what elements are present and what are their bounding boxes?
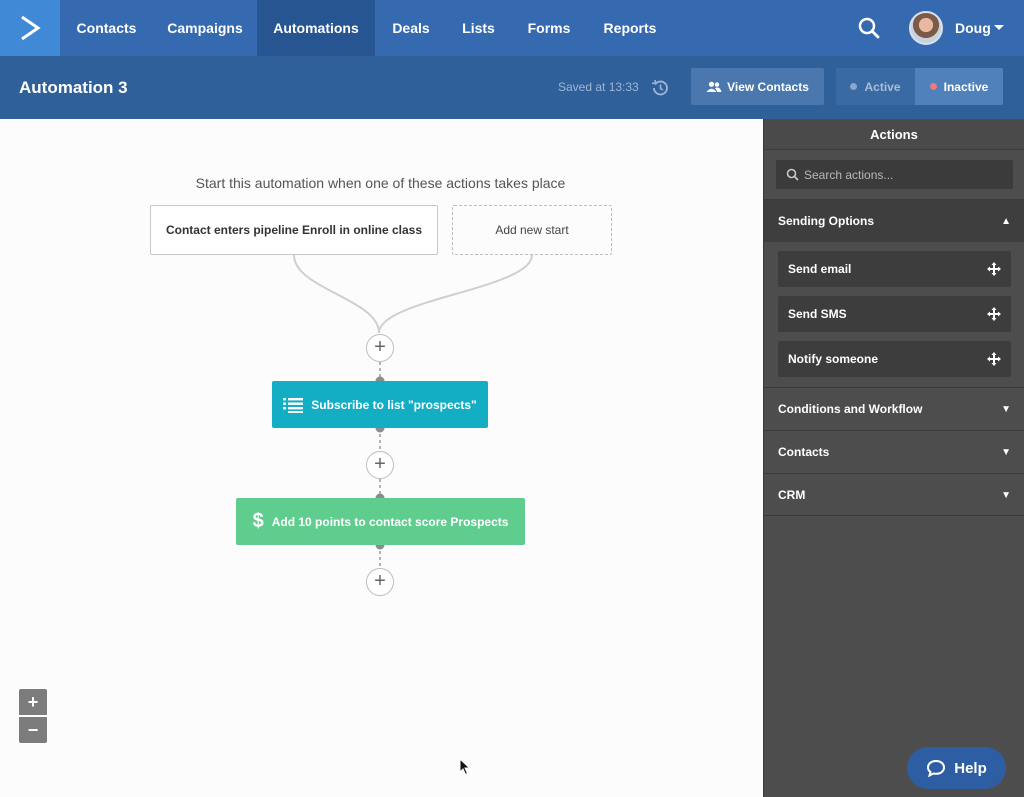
section-label: CRM [778, 488, 806, 502]
saved-status: Saved at 13:33 [558, 80, 639, 94]
nav-campaigns[interactable]: Campaigns [153, 0, 257, 56]
nav-lists[interactable]: Lists [447, 0, 510, 56]
action-item-send-email[interactable]: Send email [778, 251, 1011, 287]
start-trigger-box[interactable]: Contact enters pipeline Enroll in online… [150, 205, 438, 255]
status-active-option[interactable]: Active [836, 68, 915, 105]
help-button[interactable]: Help [907, 747, 1006, 789]
search-actions-field[interactable] [776, 160, 1013, 189]
chevron-down-icon: ▼ [1001, 490, 1011, 501]
search-icon [786, 168, 799, 181]
action-item-send-sms[interactable]: Send SMS [778, 296, 1011, 332]
page-title[interactable]: Automation 3 [19, 56, 128, 119]
chat-bubble-icon [927, 759, 946, 777]
action-label: Add 10 points to contact score Prospects [271, 514, 509, 529]
move-icon[interactable] [987, 262, 1001, 276]
nav-reports[interactable]: Reports [588, 0, 672, 56]
top-navigation: Contacts Campaigns Automations Deals Lis… [0, 0, 1024, 56]
status-dot-icon [850, 83, 858, 90]
add-new-start-button[interactable]: Add new start [452, 205, 612, 255]
status-dot-icon [929, 83, 937, 90]
start-heading: Start this automation when one of these … [195, 175, 566, 191]
caret-down-icon[interactable] [994, 25, 1004, 30]
chevron-up-icon: ▲ [1001, 216, 1011, 227]
search-actions-input[interactable] [804, 167, 1004, 182]
nav-automations[interactable]: Automations [257, 0, 375, 56]
view-contacts-button[interactable]: View Contacts [691, 68, 824, 105]
status-toggle: Active Inactive [836, 68, 1003, 105]
dollar-icon: $ [252, 510, 264, 532]
status-active-label: Active [864, 79, 901, 94]
automation-header: Automation 3 Saved at 13:33 View Contact… [0, 56, 1024, 119]
automation-canvas[interactable]: Start this automation when one of these … [0, 119, 763, 797]
action-item-label: Send email [788, 262, 852, 276]
users-icon [706, 81, 722, 92]
nav-contacts[interactable]: Contacts [60, 0, 153, 56]
section-label: Contacts [778, 445, 830, 459]
section-crm[interactable]: CRM ▼ [764, 473, 1024, 516]
list-icon [283, 397, 304, 413]
help-label: Help [954, 759, 987, 777]
zoom-in-button[interactable]: + [19, 689, 47, 715]
status-inactive-label: Inactive [943, 79, 989, 94]
chevron-down-icon: ▼ [1001, 447, 1011, 458]
history-icon[interactable] [650, 78, 670, 98]
move-icon[interactable] [987, 352, 1001, 366]
add-step-button[interactable]: + [366, 451, 394, 479]
nav-forms[interactable]: Forms [510, 0, 588, 56]
section-sending-options[interactable]: Sending Options ▲ [764, 199, 1024, 242]
add-step-button[interactable]: + [366, 568, 394, 596]
section-label: Conditions and Workflow [778, 402, 923, 416]
section-contacts[interactable]: Contacts ▼ [764, 430, 1024, 473]
action-item-label: Send SMS [788, 307, 847, 321]
action-add-points[interactable]: $ Add 10 points to contact score Prospec… [236, 498, 525, 545]
action-item-label: Notify someone [788, 352, 879, 366]
nav-deals[interactable]: Deals [375, 0, 447, 56]
avatar[interactable] [909, 11, 943, 45]
mouse-cursor-icon [459, 758, 471, 776]
section-label: Sending Options [778, 214, 874, 228]
actions-sidebar: Actions Sending Options ▲ Send email Sen… [763, 119, 1024, 797]
zoom-out-button[interactable]: − [19, 717, 47, 743]
chevron-down-icon: ▼ [1001, 404, 1011, 415]
status-inactive-option[interactable]: Inactive [915, 68, 1003, 105]
user-menu-name[interactable]: Doug [955, 0, 991, 56]
sidebar-title: Actions [764, 119, 1024, 150]
action-subscribe-list[interactable]: Subscribe to list "prospects" [272, 381, 488, 428]
action-label: Subscribe to list "prospects" [311, 397, 477, 412]
section-conditions-workflow[interactable]: Conditions and Workflow ▼ [764, 387, 1024, 430]
search-icon[interactable] [855, 14, 883, 42]
add-step-button[interactable]: + [366, 334, 394, 362]
move-icon[interactable] [987, 307, 1001, 321]
activecampaign-logo-icon [21, 15, 41, 41]
logo[interactable] [0, 0, 60, 56]
view-contacts-label: View Contacts [727, 79, 809, 94]
action-item-notify-someone[interactable]: Notify someone [778, 341, 1011, 377]
